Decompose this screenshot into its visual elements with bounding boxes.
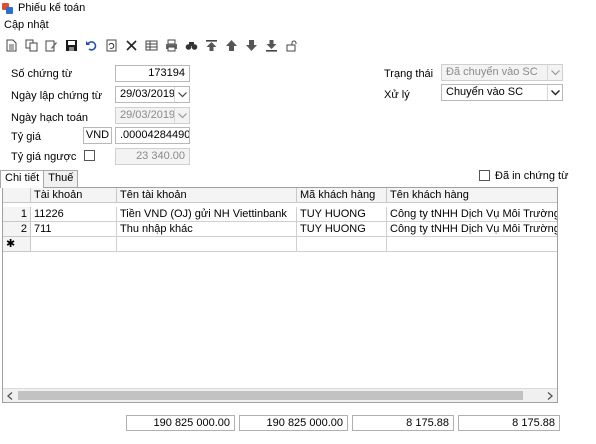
tab-chi-tiet[interactable]: Chi tiết <box>0 170 45 188</box>
xu-ly-value: Chuyển vào SC <box>446 86 524 98</box>
total-field-2: 190 825 000.00 <box>239 415 348 431</box>
label-ngay-hach-toan: Ngày hạch toán <box>11 112 89 124</box>
lock-icon[interactable] <box>282 37 300 53</box>
cell-ma-khach-hang[interactable]: TUY HUONG <box>297 222 387 237</box>
so-chung-tu-field[interactable]: 173194 <box>115 65 190 82</box>
trang-thai-value: Đã chuyển vào SC <box>446 66 538 78</box>
horizontal-scrollbar[interactable] <box>3 388 557 402</box>
col-header-tai-khoan[interactable]: Tài khoản <box>31 188 117 203</box>
total-field-3: 8 175.88 <box>352 415 454 431</box>
total-field-4: 8 175.88 <box>458 415 560 431</box>
scroll-right-icon[interactable] <box>543 389 557 402</box>
scroll-left-icon[interactable] <box>3 389 17 402</box>
new-row-marker: ✱ <box>3 237 31 252</box>
next-icon[interactable] <box>242 37 260 53</box>
tab-thue[interactable]: Thuế <box>43 170 79 187</box>
delete-icon[interactable] <box>122 37 140 53</box>
label-ngay-lap: Ngày lập chứng từ <box>11 90 103 102</box>
cell-tai-khoan[interactable]: 11226 <box>31 207 117 222</box>
trang-thai-field: Đã chuyển vào SC <box>441 64 563 81</box>
col-header-ma-khach-hang[interactable]: Mã khách hàng <box>297 188 387 203</box>
window-titlebar: Phiếu kế toán <box>0 0 596 16</box>
cell-ma-khach-hang[interactable] <box>297 237 387 252</box>
col-header-ten-khach-hang[interactable]: Tên khách hàng <box>387 188 557 203</box>
cell-ma-khach-hang[interactable]: TUY HUONG <box>297 207 387 222</box>
xu-ly-select[interactable]: Chuyển vào SC <box>441 84 563 101</box>
table-row[interactable]: 2 711 Thu nhập khác TUY HUONG Công ty tN… <box>3 222 557 237</box>
new-icon[interactable] <box>2 37 20 53</box>
label-xu-ly: Xử lý <box>384 89 410 101</box>
row-number: 2 <box>3 222 31 237</box>
label-ty-gia: Tỷ giá <box>11 131 41 143</box>
label-trang-thai: Trạng thái <box>384 68 434 80</box>
currency-field[interactable]: VND <box>83 127 112 144</box>
find-icon[interactable] <box>182 37 200 53</box>
menu-bar: Cập nhật <box>0 17 596 33</box>
cell-ten-khach-hang[interactable]: Công ty tNHH Dịch Vụ Môi Trường Tu <box>387 222 557 237</box>
print-icon[interactable] <box>162 37 180 53</box>
row-number: 1 <box>3 207 31 222</box>
undo-icon[interactable] <box>82 37 100 53</box>
chevron-down-icon <box>174 108 189 123</box>
label-so-chung-tu: Số chứng từ <box>11 68 73 80</box>
save-icon[interactable] <box>62 37 80 53</box>
cell-ten-khach-hang[interactable]: Công ty tNHH Dịch Vụ Môi Trường Tu <box>387 207 557 222</box>
cell-ten-tai-khoan[interactable] <box>117 237 297 252</box>
col-header-ten-tai-khoan[interactable]: Tên tài khoản <box>117 188 297 203</box>
table-row[interactable]: 1 11226 Tiền VND (OJ) gửi NH Viettinbank… <box>3 207 557 222</box>
ngay-hach-toan-field: 29/03/2019 <box>115 107 190 124</box>
ty-gia-nguoc-checkbox[interactable] <box>84 150 95 161</box>
edit-icon[interactable] <box>42 37 60 53</box>
prev-icon[interactable] <box>222 37 240 53</box>
total-field-1: 190 825 000.00 <box>126 415 235 431</box>
scrollbar-thumb[interactable] <box>18 391 523 400</box>
ty-gia-nguoc-field: 23 340.00 <box>115 148 190 165</box>
cell-tai-khoan[interactable]: 711 <box>31 222 117 237</box>
grid-icon[interactable] <box>142 37 160 53</box>
cell-ten-khach-hang[interactable] <box>387 237 557 252</box>
toolbar <box>0 36 596 54</box>
copy-icon[interactable] <box>22 37 40 53</box>
ngay-lap-value: 29/03/2019 <box>120 88 176 100</box>
new-row[interactable]: ✱ <box>3 237 557 252</box>
label-da-in: Đã in chứng từ <box>495 170 569 182</box>
cell-ten-tai-khoan[interactable]: Thu nhập khác <box>117 222 297 237</box>
grid-header-row: Tài khoản Tên tài khoản Mã khách hàng Tê… <box>3 188 557 203</box>
chevron-down-icon[interactable] <box>174 87 189 102</box>
chevron-down-icon[interactable] <box>547 85 562 100</box>
ngay-hach-toan-value: 29/03/2019 <box>120 109 176 121</box>
da-in-checkbox[interactable] <box>479 170 490 181</box>
last-icon[interactable] <box>262 37 280 53</box>
first-icon[interactable] <box>202 37 220 53</box>
cell-tai-khoan[interactable] <box>31 237 117 252</box>
refresh-icon[interactable] <box>102 37 120 53</box>
ngay-lap-field[interactable]: 29/03/2019 <box>115 86 190 103</box>
ty-gia-field[interactable]: .000042844901 <box>115 127 190 144</box>
row-header-corner <box>3 188 31 203</box>
detail-tabs: Chi tiết Thuế <box>0 170 79 188</box>
app-icon <box>2 2 14 14</box>
cell-ten-tai-khoan[interactable]: Tiền VND (OJ) gửi NH Viettinbank <box>117 207 297 222</box>
chevron-down-icon <box>547 65 562 80</box>
label-ty-gia-nguoc: Tỷ giá ngược <box>11 151 77 163</box>
detail-grid: Tài khoản Tên tài khoản Mã khách hàng Tê… <box>2 187 558 403</box>
menu-item-cap-nhat[interactable]: Cập nhật <box>4 19 49 31</box>
window-title: Phiếu kế toán <box>18 2 86 14</box>
